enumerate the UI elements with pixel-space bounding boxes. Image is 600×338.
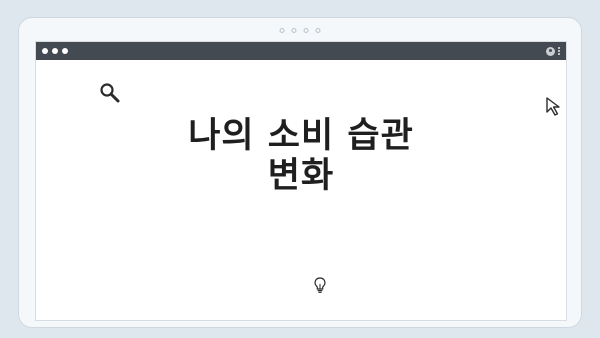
- window-content: 나의 소비 습관 변화: [36, 60, 566, 322]
- search-icon: [99, 82, 121, 108]
- close-dot-button[interactable]: [42, 48, 48, 54]
- lightbulb-icon: [313, 276, 327, 298]
- window-titlebar: [36, 42, 566, 60]
- title-line-2: 변화: [267, 156, 335, 196]
- camera-dots: [279, 28, 321, 33]
- titlebar-actions: [546, 46, 560, 56]
- maximize-dot-button[interactable]: [62, 48, 68, 54]
- tablet-frame: 나의 소비 습관 변화: [18, 17, 582, 328]
- camera-dot: [291, 28, 297, 33]
- browser-window: 나의 소비 습관 변화: [35, 41, 567, 321]
- window-controls: [42, 48, 68, 54]
- title-line-1: 나의 소비 습관: [188, 116, 414, 156]
- page-title: 나의 소비 습관 변화: [36, 116, 566, 196]
- camera-dot: [303, 28, 309, 33]
- user-icon[interactable]: [546, 46, 555, 56]
- camera-dot: [279, 28, 285, 33]
- minimize-dot-button[interactable]: [52, 48, 58, 54]
- camera-dot: [315, 28, 321, 33]
- kebab-menu-icon[interactable]: [558, 47, 560, 55]
